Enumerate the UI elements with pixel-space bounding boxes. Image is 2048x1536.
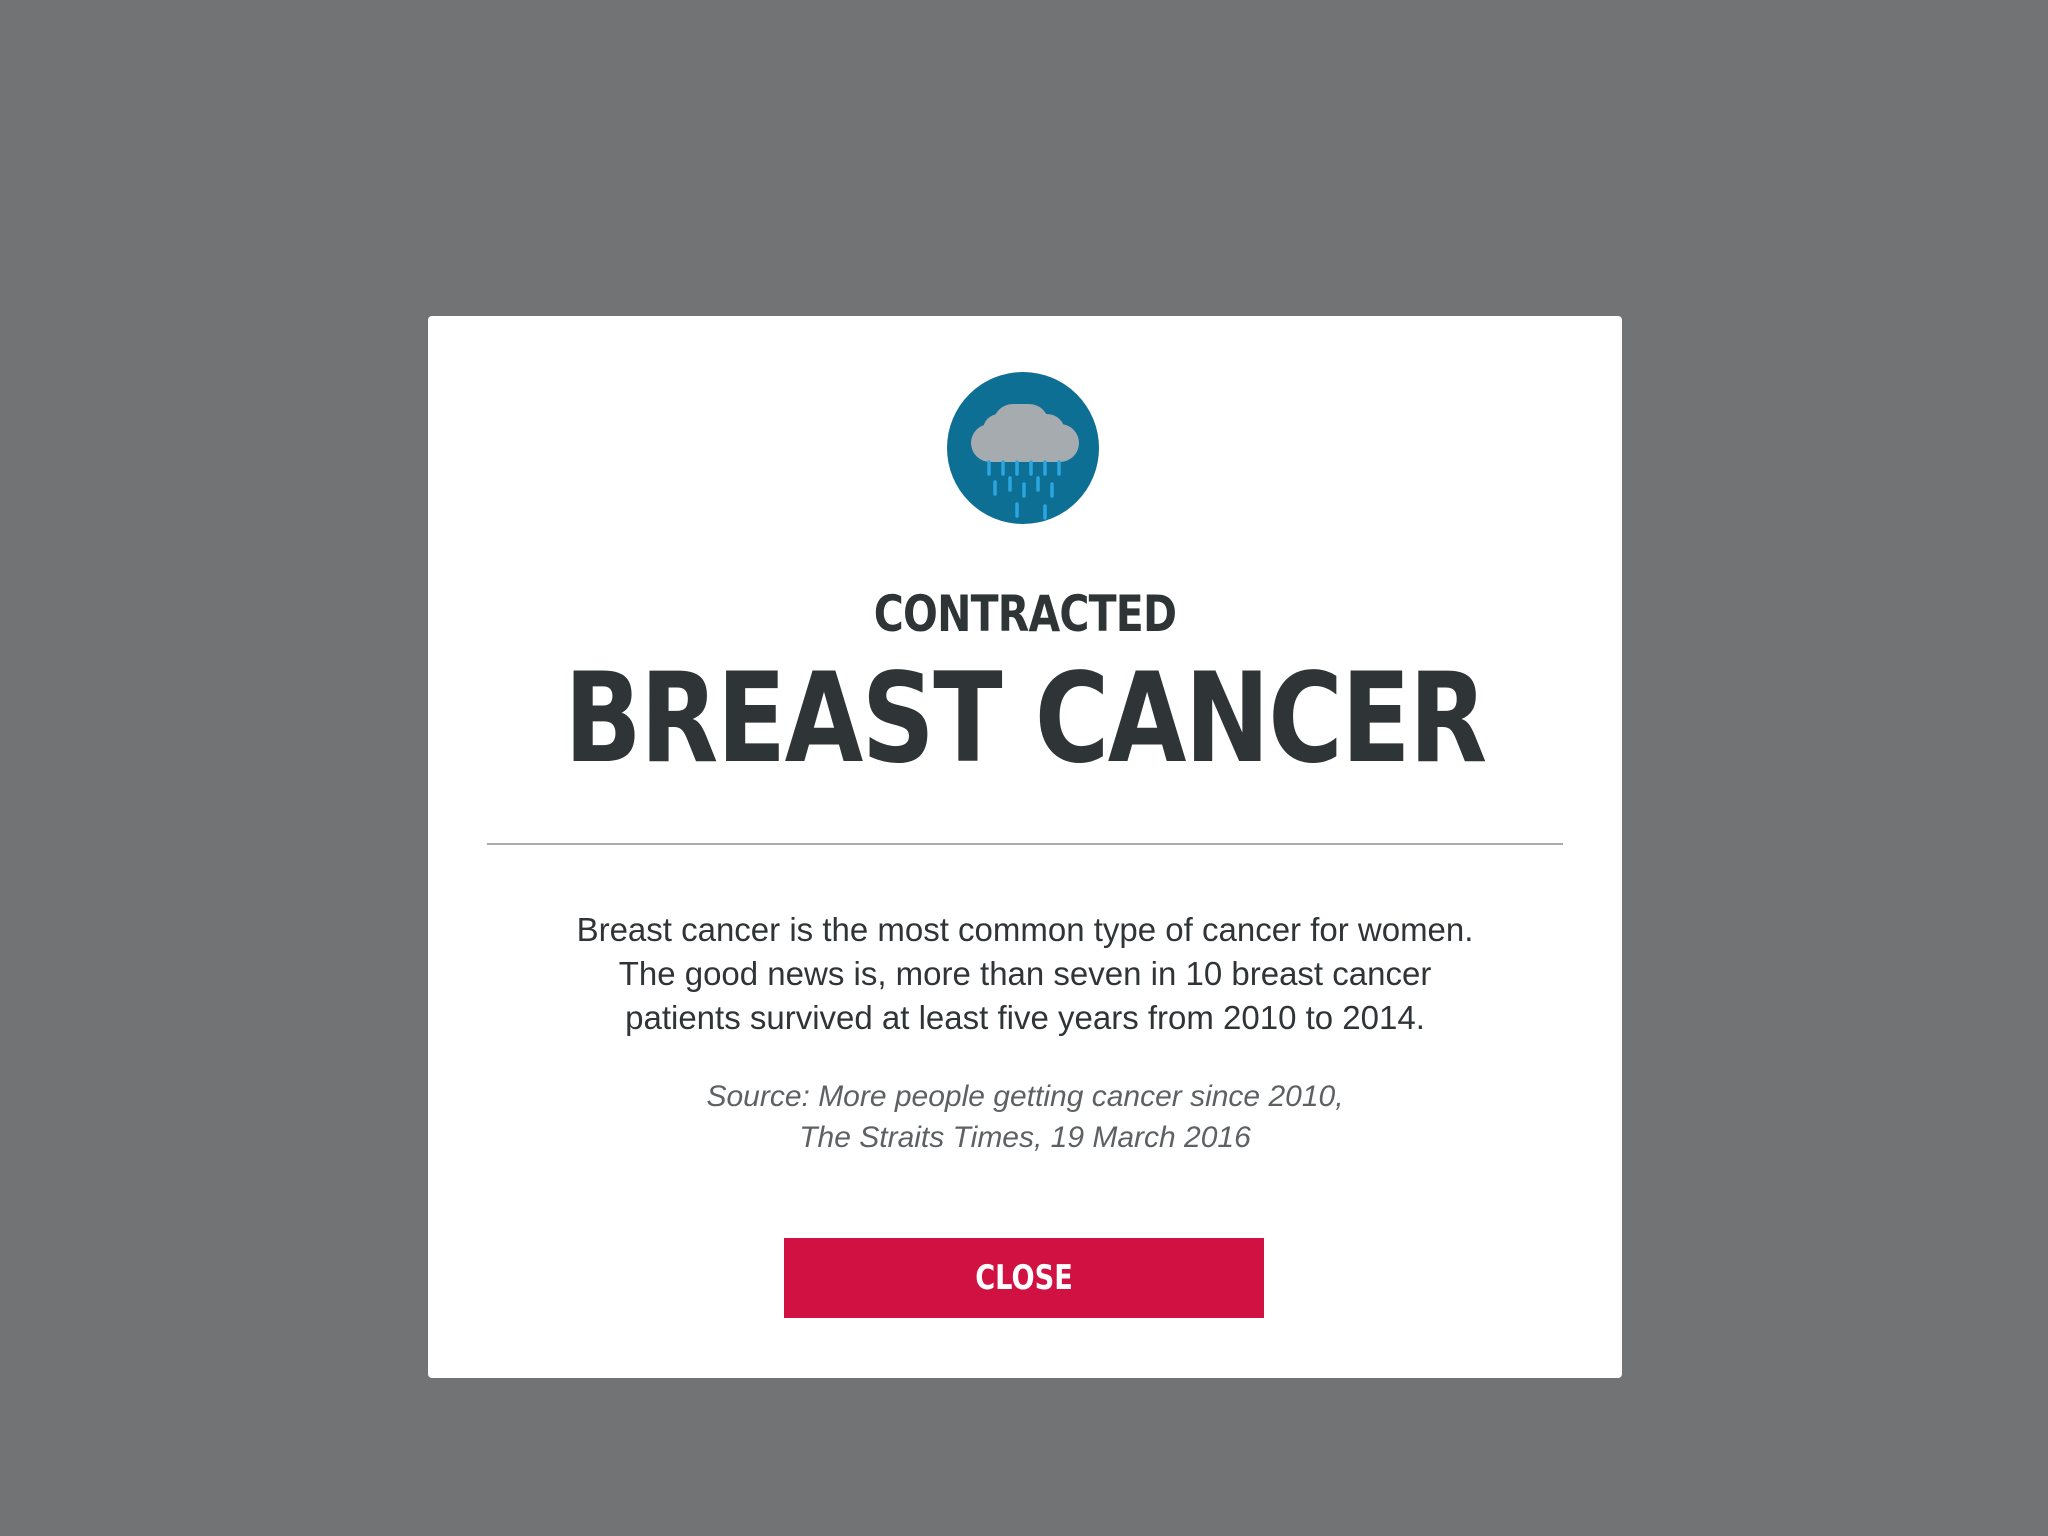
info-modal: CONTRACTED BREAST CANCER Breast cancer i… <box>428 316 1622 1378</box>
source-citation: Source: More people getting cancer since… <box>508 1076 1542 1158</box>
rain-cloud-icon <box>947 372 1099 524</box>
body-line: Breast cancer is the most common type of… <box>576 911 1474 948</box>
source-line: Source: More people getting cancer since… <box>706 1080 1344 1113</box>
modal-kicker: CONTRACTED <box>873 585 1177 643</box>
body-line: The good news is, more than seven in 10 … <box>618 955 1432 992</box>
modal-body: Breast cancer is the most common type of… <box>508 908 1542 1040</box>
body-line: patients survived at least five years fr… <box>625 999 1425 1036</box>
close-button-label: CLOSE <box>975 1258 1073 1298</box>
modal-title: BREAST CANCER <box>564 647 1487 791</box>
source-line: The Straits Times, 19 March 2016 <box>799 1121 1251 1154</box>
divider <box>487 843 1563 845</box>
close-button[interactable]: CLOSE <box>784 1238 1264 1318</box>
